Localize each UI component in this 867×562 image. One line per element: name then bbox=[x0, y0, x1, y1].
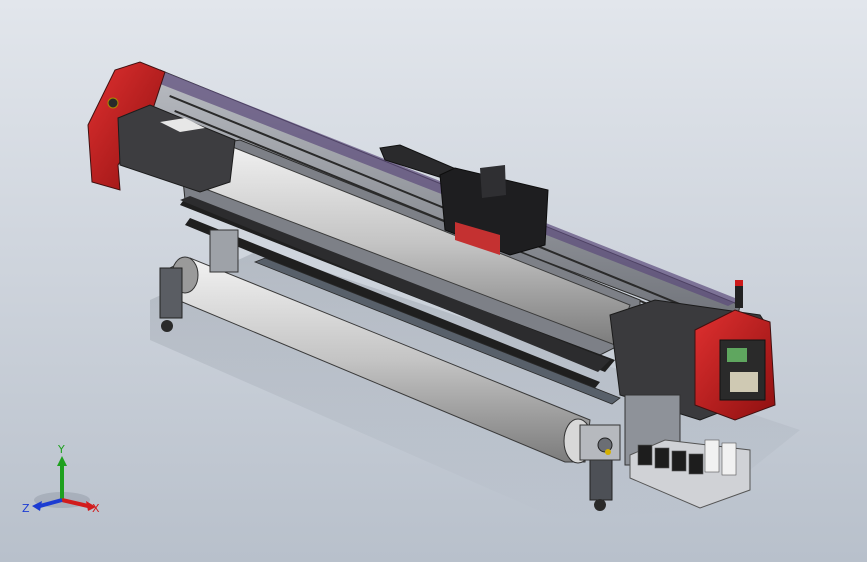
left-cap-knob bbox=[107, 97, 119, 109]
y-axis-label: Y bbox=[57, 443, 65, 456]
x-axis-label: X bbox=[92, 502, 100, 515]
graphics-viewport[interactable]: Y X Z bbox=[0, 0, 867, 562]
y-axis-arrowhead bbox=[57, 456, 67, 466]
printer-3d-model[interactable] bbox=[0, 0, 867, 562]
z-axis-label: Z bbox=[22, 502, 30, 515]
control-paper bbox=[730, 372, 758, 392]
roller-bracket bbox=[579, 424, 621, 461]
control-board bbox=[727, 348, 747, 362]
axis-triad[interactable]: Y X Z bbox=[20, 440, 110, 530]
